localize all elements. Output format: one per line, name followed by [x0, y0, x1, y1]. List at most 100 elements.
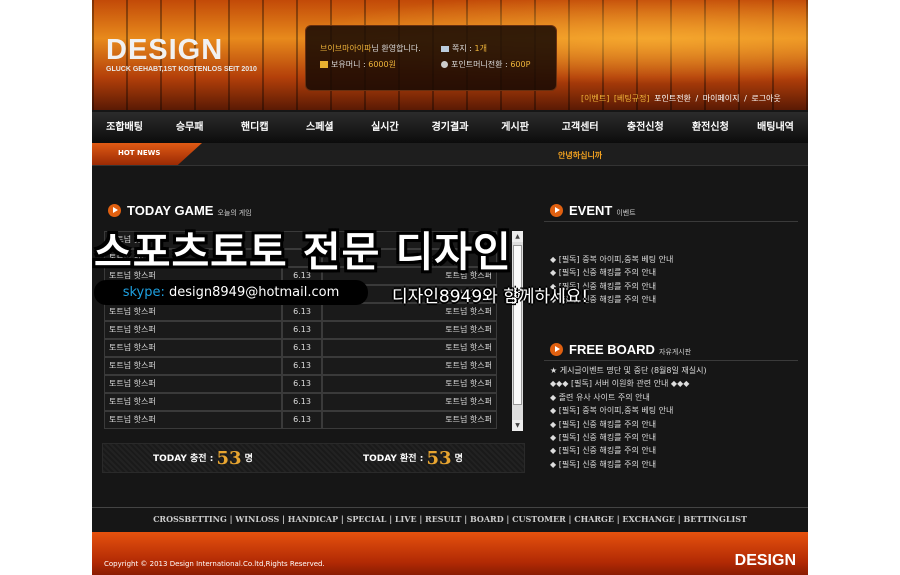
- link-rules[interactable]: [베팅규정]: [614, 94, 650, 103]
- footer-nav[interactable]: CROSSBETTING | WINLOSS | HANDICAP | SPEC…: [92, 514, 808, 524]
- footer-bar: Copyright © 2013 Design International.Co…: [92, 532, 808, 575]
- nav-item-board[interactable]: 게시판: [483, 112, 548, 143]
- link-separator: /: [744, 94, 747, 103]
- envelope-icon: [441, 45, 449, 52]
- footer-divider: [92, 507, 808, 508]
- nav-item-special[interactable]: 스페셜: [287, 112, 352, 143]
- link-point-exchange[interactable]: 포인트전환: [654, 94, 691, 103]
- game-team-home: 토트넘 핫스퍼: [104, 357, 282, 375]
- point-icon: [441, 61, 448, 68]
- today-charge-unit: 명: [244, 454, 253, 464]
- divider: [544, 221, 798, 222]
- game-team-away: 토트넘 핫스퍼: [322, 357, 497, 375]
- top-links: [이벤트] [베팅규정] 포인트전환 / 마이페이지 / 로그아웃: [581, 93, 783, 104]
- event-item[interactable]: [550, 239, 800, 252]
- scroll-down-icon[interactable]: ▼: [512, 420, 523, 431]
- memo-label: 쪽지 :: [452, 44, 472, 53]
- today-charge-label: TODAY 충전 :: [153, 454, 214, 464]
- game-row[interactable]: 토트넘 핫스퍼6.13토트넘 핫스퍼: [104, 357, 509, 375]
- today-charge: TODAY 충전 : 53 명: [153, 448, 253, 469]
- board-item[interactable]: ◆ [필독] 신중 해킹를 주의 안내: [550, 431, 800, 444]
- promo-cta: 디자인8949와 함께하세요!: [392, 287, 589, 307]
- board-item[interactable]: ◆ [필독] 신중 해킹를 주의 안내: [550, 458, 800, 471]
- board-item[interactable]: ◆ [필독] 신중 해킹를 주의 안내: [550, 418, 800, 431]
- event-subtitle: 이벤트: [616, 210, 636, 217]
- skype-id: design8949@hotmail.com: [169, 285, 340, 300]
- free-board-title: FREE BOARD 자유게시판: [550, 342, 691, 357]
- game-team-away: 토트넘 핫스퍼: [322, 393, 497, 411]
- today-game-title: TODAY GAME 오늘의 게임: [108, 203, 252, 218]
- money-value: 6000원: [368, 60, 396, 69]
- today-totals: TODAY 충전 : 53 명 TODAY 환전 : 53 명: [102, 443, 525, 473]
- game-row[interactable]: 토트넘 핫스퍼6.13토트넘 핫스퍼: [104, 411, 509, 429]
- nav-item-exchange[interactable]: 환전신청: [678, 112, 743, 143]
- game-date: 6.13: [282, 393, 322, 411]
- link-logout[interactable]: 로그아웃: [751, 94, 780, 103]
- welcome-text: 님 환영합니다.: [371, 44, 421, 53]
- game-team-home: 토트넘 핫스퍼: [104, 411, 282, 429]
- news-ticker[interactable]: 안녕하십니까: [558, 150, 602, 161]
- today-exchange-value: 53: [426, 448, 452, 469]
- game-list-scrollbar[interactable]: ▲ ▼: [512, 231, 523, 431]
- point-link[interactable]: 포인트머니전환 : 600P: [441, 59, 530, 70]
- main-nav: 조합배팅 승무패 핸디캡 스페셜 실시간 경기결과 게시판 고객센터 충전신청 …: [92, 112, 808, 143]
- user-name: 브이브마아이파: [320, 44, 372, 53]
- game-team-home: 토트넘 핫스퍼: [104, 303, 282, 321]
- nav-item-betting-list[interactable]: 배팅내역: [743, 112, 808, 143]
- nav-item-charge[interactable]: 충전신청: [613, 112, 678, 143]
- nav-item-results[interactable]: 경기결과: [417, 112, 482, 143]
- board-item[interactable]: ◆ [필독] 중복 아이피,중복 베팅 안내: [550, 404, 800, 417]
- memo-link[interactable]: 쪽지 : 1개: [441, 43, 487, 54]
- skype-contact: skype: design8949@hotmail.com: [94, 280, 368, 305]
- game-row[interactable]: 토트넘 핫스퍼6.13토트넘 핫스퍼: [104, 375, 509, 393]
- game-team-away: 토트넘 핫스퍼: [322, 321, 497, 339]
- game-team-home: 토트넘 핫스퍼: [104, 321, 282, 339]
- header-banner: DESIGN GLUCK GEHABT,1ST KOSTENLOS SEIT 2…: [92, 0, 808, 110]
- point-value: 600P: [510, 60, 531, 69]
- link-event[interactable]: [이벤트]: [581, 94, 609, 103]
- game-date: 6.13: [282, 303, 322, 321]
- nav-item-combo-betting[interactable]: 조합배팅: [92, 112, 157, 143]
- board-item[interactable]: ◆◆◆ [필독] 서버 이원화 관련 안내 ◆◆◆: [550, 377, 800, 390]
- board-item[interactable]: ◆ [필독] 신중 해킹를 주의 안내: [550, 444, 800, 457]
- section-bullet-icon: [550, 343, 563, 356]
- nav-item-live[interactable]: 실시간: [352, 112, 417, 143]
- today-exchange: TODAY 환전 : 53 명: [363, 448, 463, 469]
- game-team-home: 토트넘 핫스퍼: [104, 393, 282, 411]
- nav-item-handicap[interactable]: 핸디캡: [222, 112, 287, 143]
- board-item[interactable]: ★ 게시글이벤트 명단 및 중단 (8월8일 재실시): [550, 364, 800, 377]
- nav-item-win-lose[interactable]: 승무패: [157, 112, 222, 143]
- today-game-title-text: TODAY GAME: [127, 203, 214, 218]
- today-game-subtitle: 오늘의 게임: [217, 210, 252, 217]
- promo-headline: 스포츠토토 전문 디자인: [94, 228, 512, 276]
- free-board-list: ★ 게시글이벤트 명단 및 중단 (8월8일 재실시) ◆◆◆ [필독] 서버 이…: [550, 364, 800, 471]
- event-item[interactable]: ◆ [필독] 신중 해킹를 주의 안내: [550, 266, 800, 279]
- game-team-home: 토트넘 핫스퍼: [104, 375, 282, 393]
- site-logo-tagline: GLUCK GEHABT,1ST KOSTENLOS SEIT 2010: [106, 66, 257, 73]
- skype-label: skype:: [122, 285, 165, 300]
- game-row[interactable]: 토트넘 핫스퍼6.13토트넘 핫스퍼: [104, 393, 509, 411]
- scroll-up-icon[interactable]: ▲: [512, 231, 523, 242]
- event-item[interactable]: ◆ [필독] 중복 아이피,중복 베팅 안내: [550, 253, 800, 266]
- link-mypage[interactable]: 마이페이지: [703, 94, 740, 103]
- section-bullet-icon: [108, 204, 121, 217]
- event-title: EVENT 이벤트: [550, 203, 636, 218]
- event-item[interactable]: [550, 226, 800, 239]
- board-item[interactable]: ◆ 졸련 유사 사이트 주의 안내: [550, 391, 800, 404]
- game-team-away: 토트넘 핫스퍼: [322, 411, 497, 429]
- money-label: 보유머니 :: [331, 60, 366, 69]
- today-exchange-unit: 명: [454, 454, 463, 464]
- game-row[interactable]: 토트넘 핫스퍼6.13토트넘 핫스퍼: [104, 321, 509, 339]
- game-team-away: 토트넘 핫스퍼: [322, 375, 497, 393]
- game-date: 6.13: [282, 321, 322, 339]
- site-logo[interactable]: DESIGN: [106, 34, 223, 67]
- money-line: 보유머니 : 6000원: [320, 59, 396, 70]
- free-board-subtitle: 자유게시판: [658, 349, 692, 356]
- nav-item-customer[interactable]: 고객센터: [548, 112, 613, 143]
- news-bar: HOT NEWS 안녕하십니까: [92, 143, 808, 166]
- game-row[interactable]: 토트넘 핫스퍼6.13토트넘 핫스퍼: [104, 339, 509, 357]
- game-team-away: 토트넘 핫스퍼: [322, 339, 497, 357]
- scroll-thumb[interactable]: [513, 245, 522, 405]
- hot-news-tab: HOT NEWS: [92, 143, 202, 165]
- free-board-title-text: FREE BOARD: [569, 342, 655, 357]
